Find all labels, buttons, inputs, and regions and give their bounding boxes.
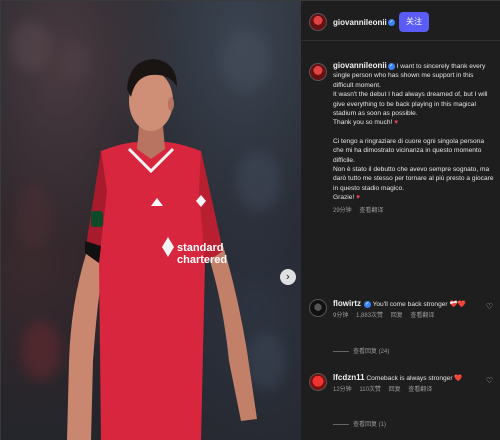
sponsor-text-2: chartered xyxy=(177,254,227,266)
post-caption: giovannileonii ✓ I want to sincerely than… xyxy=(309,61,495,216)
comment-emoji: ❤️‍🩹❤️ xyxy=(449,301,466,308)
see-translation-link[interactable]: 查看翻译 xyxy=(410,313,434,319)
verified-badge-icon: ✓ xyxy=(388,19,395,26)
caption-username[interactable]: giovannileonii xyxy=(333,61,387,70)
like-heart-icon[interactable]: ♡ xyxy=(486,376,493,385)
caption-meta: 29分钟 查看翻译 xyxy=(333,207,495,216)
commenter-avatar[interactable] xyxy=(309,373,327,391)
comment-likes[interactable]: 1,883次赞 xyxy=(356,313,383,319)
caption-it-line2: Non è stato il debutto che avevo sempre … xyxy=(333,166,494,192)
comment-body: lfcdzn11 Comeback is always stronger ❤️ … xyxy=(333,373,495,395)
comment-meta: 9分钟 1,883次赞 回复 查看翻译 xyxy=(333,312,495,321)
comment-item: lfcdzn11 Comeback is always stronger ❤️ … xyxy=(309,373,495,395)
reply-link[interactable]: 回复 xyxy=(391,313,403,319)
verified-badge-icon: ✓ xyxy=(363,300,371,308)
caption-en-line3: Thank you so much! xyxy=(333,119,393,127)
comment-likes[interactable]: 110次赞 xyxy=(359,387,381,393)
caption-avatar[interactable] xyxy=(309,63,327,81)
caption-it-line1: Ci tengo a ringraziare di cuore ogni sin… xyxy=(333,137,485,164)
comment-text: Comeback is always stronger xyxy=(366,375,453,382)
caption-en-line2: It wasn't the debut I had always dreamed… xyxy=(333,91,488,118)
sleeve-badge xyxy=(91,211,103,227)
author-username[interactable]: giovannileonii xyxy=(333,18,387,27)
sponsor-text-1: standard xyxy=(177,242,223,254)
see-translation-link[interactable]: 查看翻译 xyxy=(408,387,432,393)
comment-body: flowirtz ✓ You'll come back stronger ❤️‍… xyxy=(333,299,495,321)
chevron-right-icon[interactable]: › xyxy=(286,270,290,283)
comment-meta: 12分钟 110次赞 回复 查看翻译 xyxy=(333,386,495,395)
post-photo: standard chartered › xyxy=(1,1,301,440)
comment-time: 12分钟 xyxy=(333,387,352,393)
comment-emoji: ❤️ xyxy=(454,375,463,382)
comment-time: 9分钟 xyxy=(333,313,349,319)
caption-it-line3: Grazie! xyxy=(333,194,355,202)
follow-button[interactable]: 关注 xyxy=(399,12,429,32)
comment-item: flowirtz ✓ You'll come back stronger ❤️‍… xyxy=(309,299,495,321)
author-avatar[interactable] xyxy=(309,13,327,31)
verified-badge-icon: ✓ xyxy=(387,62,395,70)
heart-icon: ♥ xyxy=(394,119,399,127)
like-heart-icon[interactable]: ♡ xyxy=(486,302,493,311)
see-translation-link[interactable]: 查看翻译 xyxy=(359,208,383,214)
commenter-username[interactable]: lfcdzn11 xyxy=(333,373,365,382)
comment-text: You'll come back stronger xyxy=(372,301,448,308)
post-viewer: standard chartered › giovannileonii ✓ 关注… xyxy=(0,0,500,440)
next-image-button[interactable]: › xyxy=(280,269,296,285)
commenter-avatar[interactable] xyxy=(309,299,327,317)
commenter-username[interactable]: flowirtz xyxy=(333,299,361,308)
player-figure: standard chartered xyxy=(67,59,257,440)
reply-link[interactable]: 回复 xyxy=(389,387,401,393)
view-replies-link[interactable]: 查看回复 (24) xyxy=(333,346,389,355)
heart-icon: ♥ xyxy=(356,194,361,202)
comments-panel: giovannileonii ✓ 关注 giovannileonii ✓ I wa… xyxy=(301,1,500,440)
caption-body: giovannileonii ✓ I want to sincerely than… xyxy=(333,61,495,216)
view-replies-link[interactable]: 查看回复 (1) xyxy=(333,419,386,428)
post-header: giovannileonii ✓ 关注 xyxy=(301,1,500,41)
caption-time: 29分钟 xyxy=(333,207,352,214)
